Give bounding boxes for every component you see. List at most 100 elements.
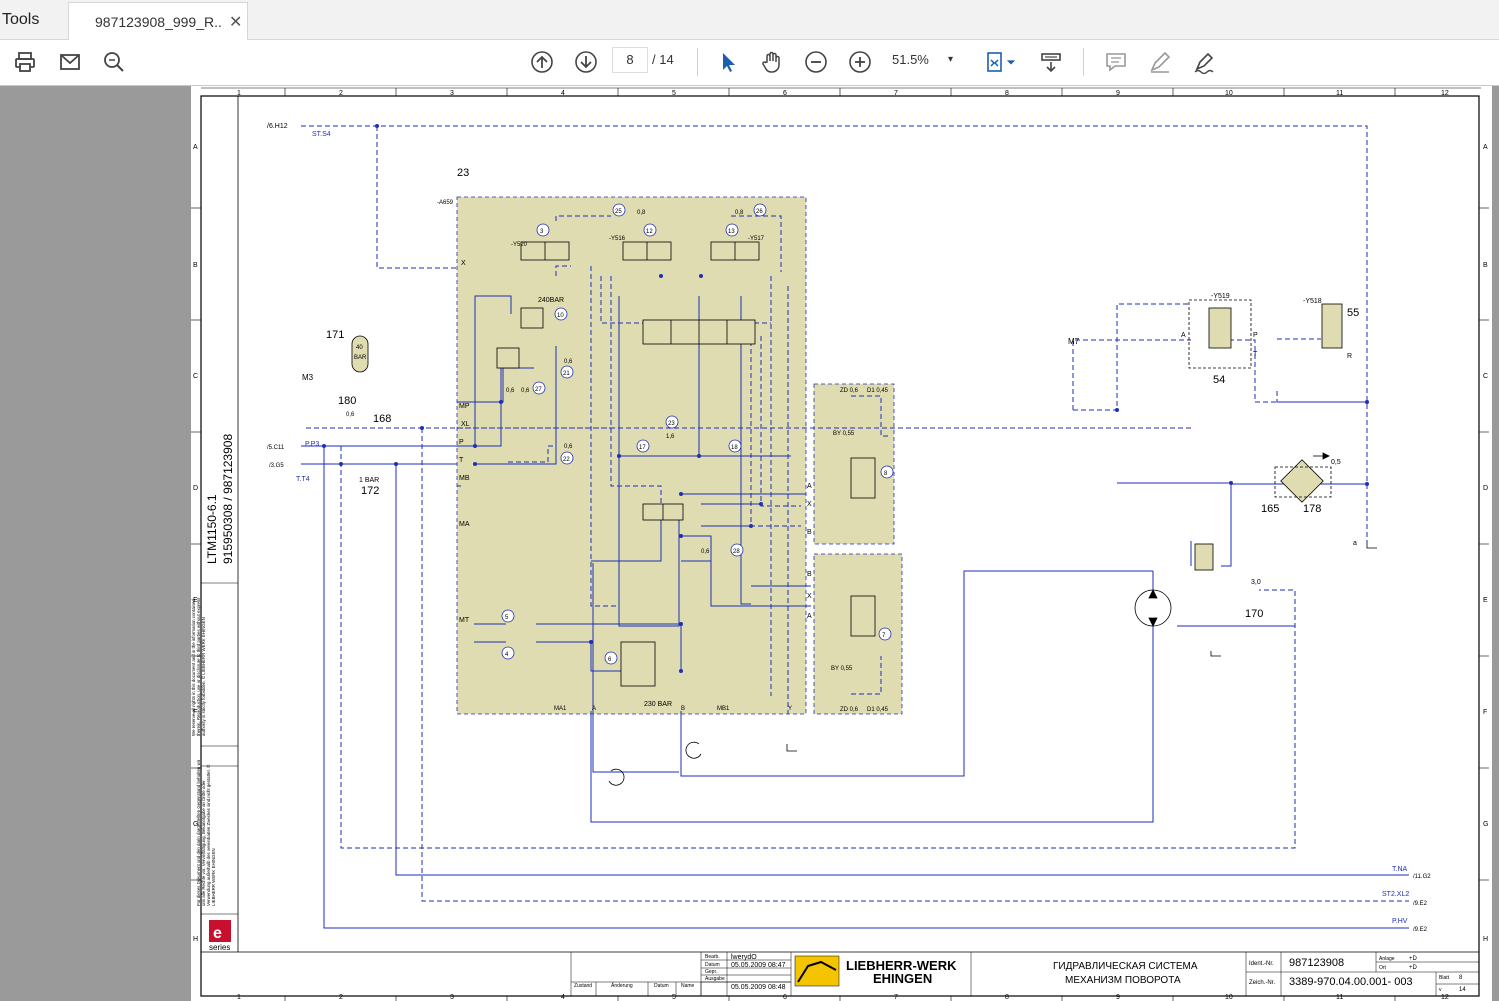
side-model: LTM1150-6.1 (205, 494, 219, 564)
col-label: 5 (672, 994, 676, 1001)
search-button[interactable] (100, 48, 128, 76)
zoom-select[interactable]: 51.5% ▾ (892, 47, 964, 73)
label-y517: -Y517 (748, 236, 765, 242)
port-p: P (459, 439, 464, 446)
label-orifice-06f: 0,6 (701, 549, 710, 555)
col-label: 2 (339, 994, 343, 1001)
zoom-out-button[interactable] (802, 48, 830, 76)
row-label: D (1483, 485, 1488, 492)
label-orifice-30: 3,0 (1251, 579, 1261, 586)
scroll-mode-icon (1041, 53, 1061, 73)
row-label: A (193, 144, 198, 151)
blatt-value: 8 (1459, 975, 1463, 981)
col-label: 10 (1225, 90, 1233, 97)
label-m7: M7 (1068, 337, 1080, 346)
page-total: / 14 (652, 52, 674, 67)
sign-button[interactable] (1190, 48, 1218, 76)
col-label: 12 (1441, 90, 1449, 97)
ident-label: Ident.-Nr. (1249, 961, 1274, 967)
row-label: D (193, 485, 198, 492)
name-label: Name (681, 983, 695, 989)
port-y: Y (788, 706, 792, 712)
label-zd06b: ZD 0,6 (840, 707, 859, 713)
col-label: 12 (1441, 994, 1449, 1001)
label-p-p3: P.P3 (305, 441, 319, 448)
fit-page-dropdown[interactable] (1004, 48, 1018, 76)
email-button[interactable] (56, 48, 84, 76)
label-168: 168 (373, 413, 391, 425)
port-mb: MB (459, 475, 470, 482)
port-ma: MA (459, 521, 470, 528)
col-label: 1 (237, 994, 241, 1001)
close-icon[interactable]: ✕ (229, 12, 242, 32)
label-t-na: T.NA (1392, 866, 1408, 873)
side-number: 915950308 / 987123908 (221, 434, 235, 564)
pdf-page: 1 2 3 4 5 6 7 8 9 10 11 12 1 2 3 4 5 6 7… (191, 86, 1492, 1001)
port-mt: MT (459, 617, 470, 624)
label-orifice-06: 0,6 (346, 412, 355, 418)
next-page-button[interactable] (572, 48, 600, 76)
series-label: series (209, 943, 230, 952)
gepr-label: Gepr. (705, 969, 717, 975)
scroll-mode-button[interactable] (1037, 48, 1065, 76)
col-label: 3 (450, 90, 454, 97)
tab-tools-label: Tools (2, 10, 40, 28)
hand-icon (762, 51, 780, 73)
sign-pen-icon (1194, 52, 1214, 74)
print-icon (15, 52, 35, 72)
col-label: 10 (1225, 994, 1233, 1001)
anlage-value: +D (1409, 956, 1418, 962)
label-orifice-05: 0,5 (1331, 459, 1341, 466)
label-by055: BY 0,55 (833, 431, 855, 437)
balloon-17: 17 (639, 445, 646, 451)
page-number-input[interactable]: 8 (612, 47, 648, 73)
tab-document[interactable]: 987123908_999_R... ✕ (68, 2, 248, 40)
chevron-down-icon (1006, 60, 1016, 65)
label-orifice-06b: 0,6 (564, 359, 573, 365)
row-label: G (1483, 821, 1488, 828)
label-orifice-08a: 0,8 (637, 210, 646, 216)
drawing-title-2: МЕХАНИЗМ ПОВОРОТА (1065, 975, 1181, 986)
label-ref-6h12: /6.H12 (267, 123, 288, 130)
select-tool-button[interactable] (714, 48, 742, 76)
comment-button[interactable] (1102, 48, 1130, 76)
label-a659: -A659 (437, 200, 454, 206)
col-label: 11 (1336, 90, 1343, 97)
highlight-button[interactable] (1146, 48, 1174, 76)
port-r-y518: R (1347, 353, 1352, 360)
datum-value-2: 05.05.2009 08:48 (731, 984, 786, 991)
toolbar-separator (697, 48, 698, 76)
hand-tool-button[interactable] (758, 48, 786, 76)
port-a-y519: A (1181, 332, 1186, 339)
legal-text-en: We reserve all rights in this document a… (191, 597, 206, 736)
label-by055b: BY 0,55 (831, 666, 853, 672)
port-ma1: MA1 (554, 706, 567, 712)
row-label: F (1483, 709, 1487, 716)
anlage-label: Anlage (1379, 956, 1395, 962)
von-value: 14 (1459, 987, 1466, 993)
tab-tools[interactable]: Tools (0, 0, 70, 39)
label-t-t4: T.T4 (296, 476, 310, 483)
row-label: E (1483, 597, 1488, 604)
print-button[interactable] (11, 48, 39, 76)
balloon-27: 27 (535, 387, 542, 393)
balloon-23: 23 (668, 421, 675, 427)
label-ref-5c11: /5.C11 (267, 445, 285, 451)
label-230bar: 230 BAR (644, 701, 672, 708)
zoom-in-button[interactable] (846, 48, 874, 76)
label-178: 178 (1303, 503, 1321, 515)
label-240bar: 240BAR (538, 297, 564, 304)
toolbar (0, 40, 1499, 86)
cursor-arrow-icon (723, 53, 735, 72)
col-label: 7 (894, 994, 898, 1001)
col-label: 3 (450, 994, 454, 1001)
row-label: H (1483, 936, 1488, 943)
port-xl: XL (461, 421, 470, 428)
tab-bar: Tools 987123908_999_R... ✕ (0, 0, 1499, 40)
previous-page-button[interactable] (528, 48, 556, 76)
row-label: B (193, 262, 198, 269)
label-port-x: X (461, 260, 466, 267)
toolbar-separator (1083, 48, 1084, 76)
row-label: A (1483, 144, 1488, 151)
balloon-13: 13 (728, 229, 735, 235)
